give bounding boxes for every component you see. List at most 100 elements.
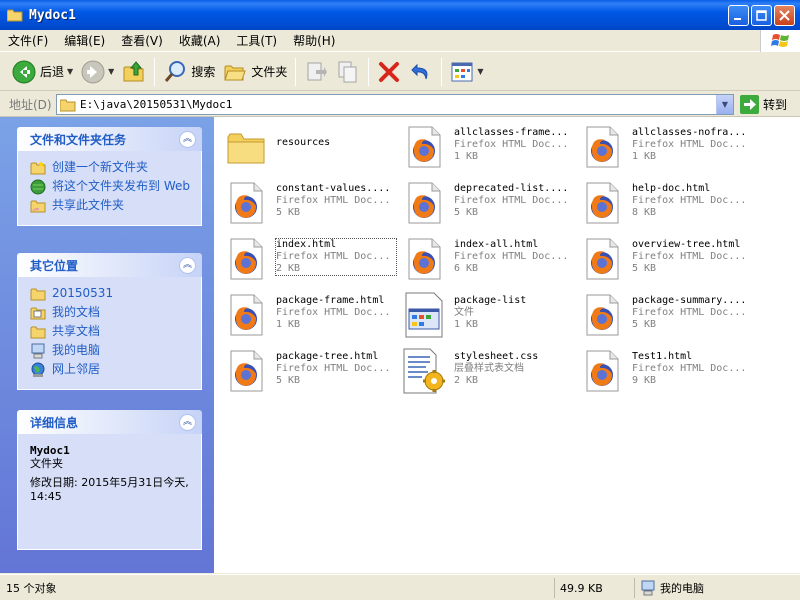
share-folder-link[interactable]: 共享此文件夹: [30, 198, 191, 214]
close-icon: [779, 10, 790, 21]
chevron-down-icon: ▼: [721, 100, 729, 109]
file-item[interactable]: package-frame.html Firefox HTML Doc... 1 K…: [222, 291, 398, 339]
up-folder-button[interactable]: [118, 56, 150, 88]
file-name: index.html: [276, 239, 337, 250]
file-size: 1 KB: [276, 319, 301, 330]
menu-bar: 文件(F) 编辑(E) 查看(V) 收藏(A) 工具(T) 帮助(H): [0, 30, 800, 52]
status-object-count: 15 个对象: [6, 582, 57, 595]
file-name: package-summary....: [632, 295, 747, 306]
file-name: overview-tree.html: [632, 239, 741, 250]
file-item[interactable]: index.html Firefox HTML Doc... 2 KB: [222, 235, 398, 283]
folders-button[interactable]: 文件夹: [219, 56, 291, 88]
place-shared-documents[interactable]: 共享文档: [30, 324, 191, 340]
file-size: 6 KB: [454, 263, 479, 274]
copy-to-button[interactable]: [332, 56, 364, 88]
my-documents-icon: [30, 307, 46, 320]
file-item[interactable]: help-doc.html Firefox HTML Doc... 8 KB: [578, 179, 754, 227]
file-item[interactable]: package-list 文件 1 KB: [400, 291, 576, 339]
file-item[interactable]: Test1.html Firefox HTML Doc... 9 KB: [578, 347, 754, 395]
share-folder-icon: [30, 200, 46, 213]
toolbar-separator: [154, 57, 156, 86]
file-type: Firefox HTML Doc...: [632, 139, 747, 150]
file-item[interactable]: package-tree.html Firefox HTML Doc... 5 KB: [222, 347, 398, 395]
file-item[interactable]: allclasses-frame... Firefox HTML Doc... 1 …: [400, 123, 576, 171]
toolbar-separator: [295, 57, 297, 86]
menu-view[interactable]: 查看(V): [113, 31, 171, 51]
address-dropdown-button[interactable]: ▼: [716, 95, 733, 114]
menu-edit[interactable]: 编辑(E): [56, 31, 113, 51]
file-size: 1 KB: [454, 151, 479, 162]
file-type: Firefox HTML Doc...: [632, 251, 747, 262]
place-my-documents[interactable]: 我的文档: [30, 305, 191, 321]
toolbar-separator: [441, 57, 443, 86]
place-my-computer[interactable]: 我的电脑: [30, 343, 191, 359]
move-to-button[interactable]: [300, 56, 332, 88]
collapse-chevron-icon[interactable]: ︽: [179, 130, 196, 148]
folder-icon: [60, 99, 76, 111]
file-name: Test1.html: [632, 351, 693, 362]
file-item[interactable]: package-summary.... Firefox HTML Doc... 5 …: [578, 291, 754, 339]
title-bar[interactable]: Mydoc1: [0, 0, 800, 30]
collapse-chevron-icon[interactable]: ︽: [179, 413, 196, 431]
generic-file-icon: [400, 291, 448, 339]
menu-file[interactable]: 文件(F): [0, 31, 56, 51]
file-item[interactable]: overview-tree.html Firefox HTML Doc... 5 K…: [578, 235, 754, 283]
menu-help[interactable]: 帮助(H): [285, 31, 343, 51]
forward-arrow-icon: [81, 60, 105, 83]
search-button[interactable]: 搜索: [159, 56, 219, 88]
delete-button[interactable]: [373, 56, 405, 88]
address-label: 地址(D): [9, 97, 52, 112]
file-size: 5 KB: [632, 263, 657, 274]
place-parent-folder[interactable]: 20150531: [30, 286, 191, 302]
file-name: stylesheet.css: [454, 351, 539, 362]
file-size: 2 KB: [454, 375, 479, 386]
back-dropdown-icon[interactable]: ▼: [67, 67, 73, 76]
file-size: 9 KB: [632, 375, 657, 386]
file-item[interactable]: deprecated-list.... Firefox HTML Doc... 5 …: [400, 179, 576, 227]
firefox-html-icon: [400, 179, 448, 227]
minimize-icon: [734, 18, 741, 20]
file-name: deprecated-list....: [454, 183, 569, 194]
firefox-html-icon: [578, 235, 626, 283]
address-bar: 地址(D) E:\java\20150531\Mydoc1 ▼ 转到: [0, 92, 800, 117]
copy-to-icon: [338, 61, 357, 82]
task-pane: 文件和文件夹任务 ︽ 创建一个新文件夹 将这个文件夹发布到 Web 共享此文件夹…: [0, 117, 214, 573]
menu-favorites[interactable]: 收藏(A): [171, 31, 229, 51]
menu-tools[interactable]: 工具(T): [228, 31, 285, 51]
publish-to-web-link[interactable]: 将这个文件夹发布到 Web: [30, 179, 191, 195]
views-button[interactable]: ▼: [446, 56, 487, 88]
maximize-button[interactable]: [751, 5, 772, 26]
file-item[interactable]: allclasses-nofra... Firefox HTML Doc... 1 …: [578, 123, 754, 171]
firefox-html-icon: [222, 291, 270, 339]
file-type: Firefox HTML Doc...: [454, 251, 569, 262]
firefox-html-icon: [222, 235, 270, 283]
file-tasks-header[interactable]: 文件和文件夹任务 ︽: [17, 127, 202, 151]
place-network[interactable]: 网上邻居: [30, 362, 191, 378]
file-type: 层叠样式表文档: [454, 363, 524, 374]
file-size: 1 KB: [632, 151, 657, 162]
create-folder-link[interactable]: 创建一个新文件夹: [30, 160, 191, 176]
file-item[interactable]: index-all.html Firefox HTML Doc... 6 KB: [400, 235, 576, 283]
back-button[interactable]: 后退 ▼: [8, 56, 77, 88]
address-field[interactable]: E:\java\20150531\Mydoc1 ▼: [56, 94, 734, 115]
file-type: Firefox HTML Doc...: [632, 307, 747, 318]
minimize-button[interactable]: [728, 5, 749, 26]
details-header[interactable]: 详细信息 ︽: [17, 410, 202, 434]
go-button[interactable]: 转到: [740, 95, 787, 114]
file-item[interactable]: constant-values.... Firefox HTML Doc... 5 …: [222, 179, 398, 227]
views-dropdown-icon[interactable]: ▼: [477, 67, 483, 76]
file-type: Firefox HTML Doc...: [276, 307, 391, 318]
collapse-chevron-icon[interactable]: ︽: [179, 256, 196, 274]
undo-button[interactable]: [405, 56, 437, 88]
file-type: Firefox HTML Doc...: [454, 139, 569, 150]
file-size: 1 KB: [454, 319, 479, 330]
file-name: package-tree.html: [276, 351, 379, 362]
forward-button[interactable]: ▼: [77, 56, 118, 88]
file-item[interactable]: resources: [222, 123, 398, 171]
file-size: 5 KB: [276, 207, 301, 218]
other-places-header[interactable]: 其它位置 ︽: [17, 253, 202, 277]
file-item[interactable]: stylesheet.css 层叠样式表文档 2 KB: [400, 347, 576, 395]
file-list[interactable]: resources allclasses-frame... Firefox HTML…: [214, 117, 800, 573]
close-button[interactable]: [774, 5, 795, 26]
forward-dropdown-icon[interactable]: ▼: [108, 67, 114, 76]
